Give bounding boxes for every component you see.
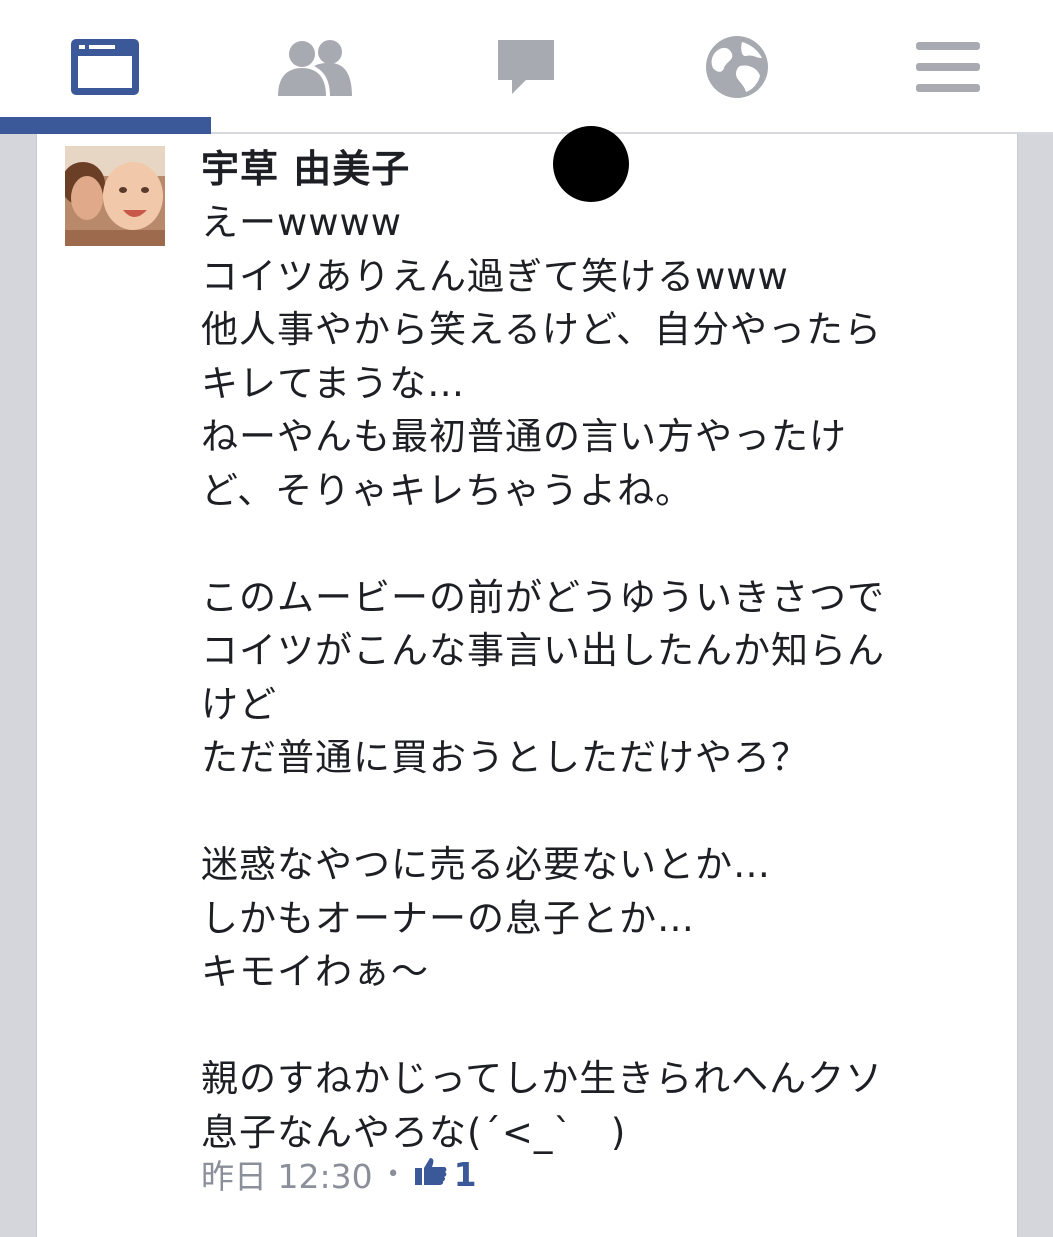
top-navigation-bar (0, 0, 1053, 134)
author-name-text: 宇草 由美子 (201, 147, 411, 191)
friends-icon (274, 36, 356, 98)
meta-separator: • (386, 1161, 400, 1187)
like-count[interactable]: 1 (454, 1155, 477, 1194)
post-body: えーwwww コイツありえん過ぎて笑けるwww 他人事やから笑えるけど、自分やっ… (201, 201, 885, 1154)
avatar[interactable] (65, 146, 165, 246)
messages-icon (494, 36, 558, 98)
post-card: 宇草 由美子 えーwwww コイツありえん過ぎて笑けるwww 他人事やから笑える… (36, 126, 1018, 1237)
tab-messages[interactable] (421, 0, 631, 134)
news-feed-icon (69, 37, 141, 97)
tab-news-feed[interactable] (0, 0, 210, 134)
redaction-mark (553, 126, 629, 202)
like-thumb-icon[interactable] (414, 1155, 448, 1194)
tab-friends[interactable] (210, 0, 420, 134)
globe-icon (704, 34, 770, 100)
post-timestamp[interactable]: 昨日 12:30 (201, 1150, 373, 1198)
post-meta: 昨日 12:30 • 1 (201, 1150, 477, 1198)
hamburger-menu-icon (914, 40, 982, 94)
tab-notifications[interactable] (632, 0, 842, 134)
tab-more[interactable] (843, 0, 1053, 134)
active-tab-indicator (0, 117, 211, 134)
author-name[interactable]: 宇草 由美子 (201, 126, 629, 202)
